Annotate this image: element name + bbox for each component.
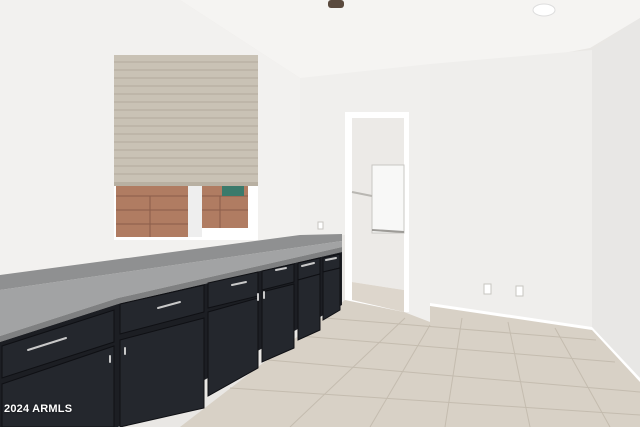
- room-photo: [0, 0, 640, 427]
- cabinet-door: [297, 273, 321, 341]
- ceiling-light: [532, 3, 556, 17]
- right-back-wall: [430, 50, 592, 330]
- closet-shelf: [371, 164, 405, 234]
- photo-scene: 2024 ARMLS: [0, 0, 640, 427]
- cabinet-door: [261, 283, 295, 363]
- ceiling-fan: [328, 0, 344, 8]
- wall-outlet: [483, 283, 492, 295]
- wall-outlet: [317, 221, 324, 230]
- wall-outlet: [515, 285, 524, 297]
- watermark-text: 2024 ARMLS: [4, 403, 73, 415]
- right-wall: [592, 18, 640, 382]
